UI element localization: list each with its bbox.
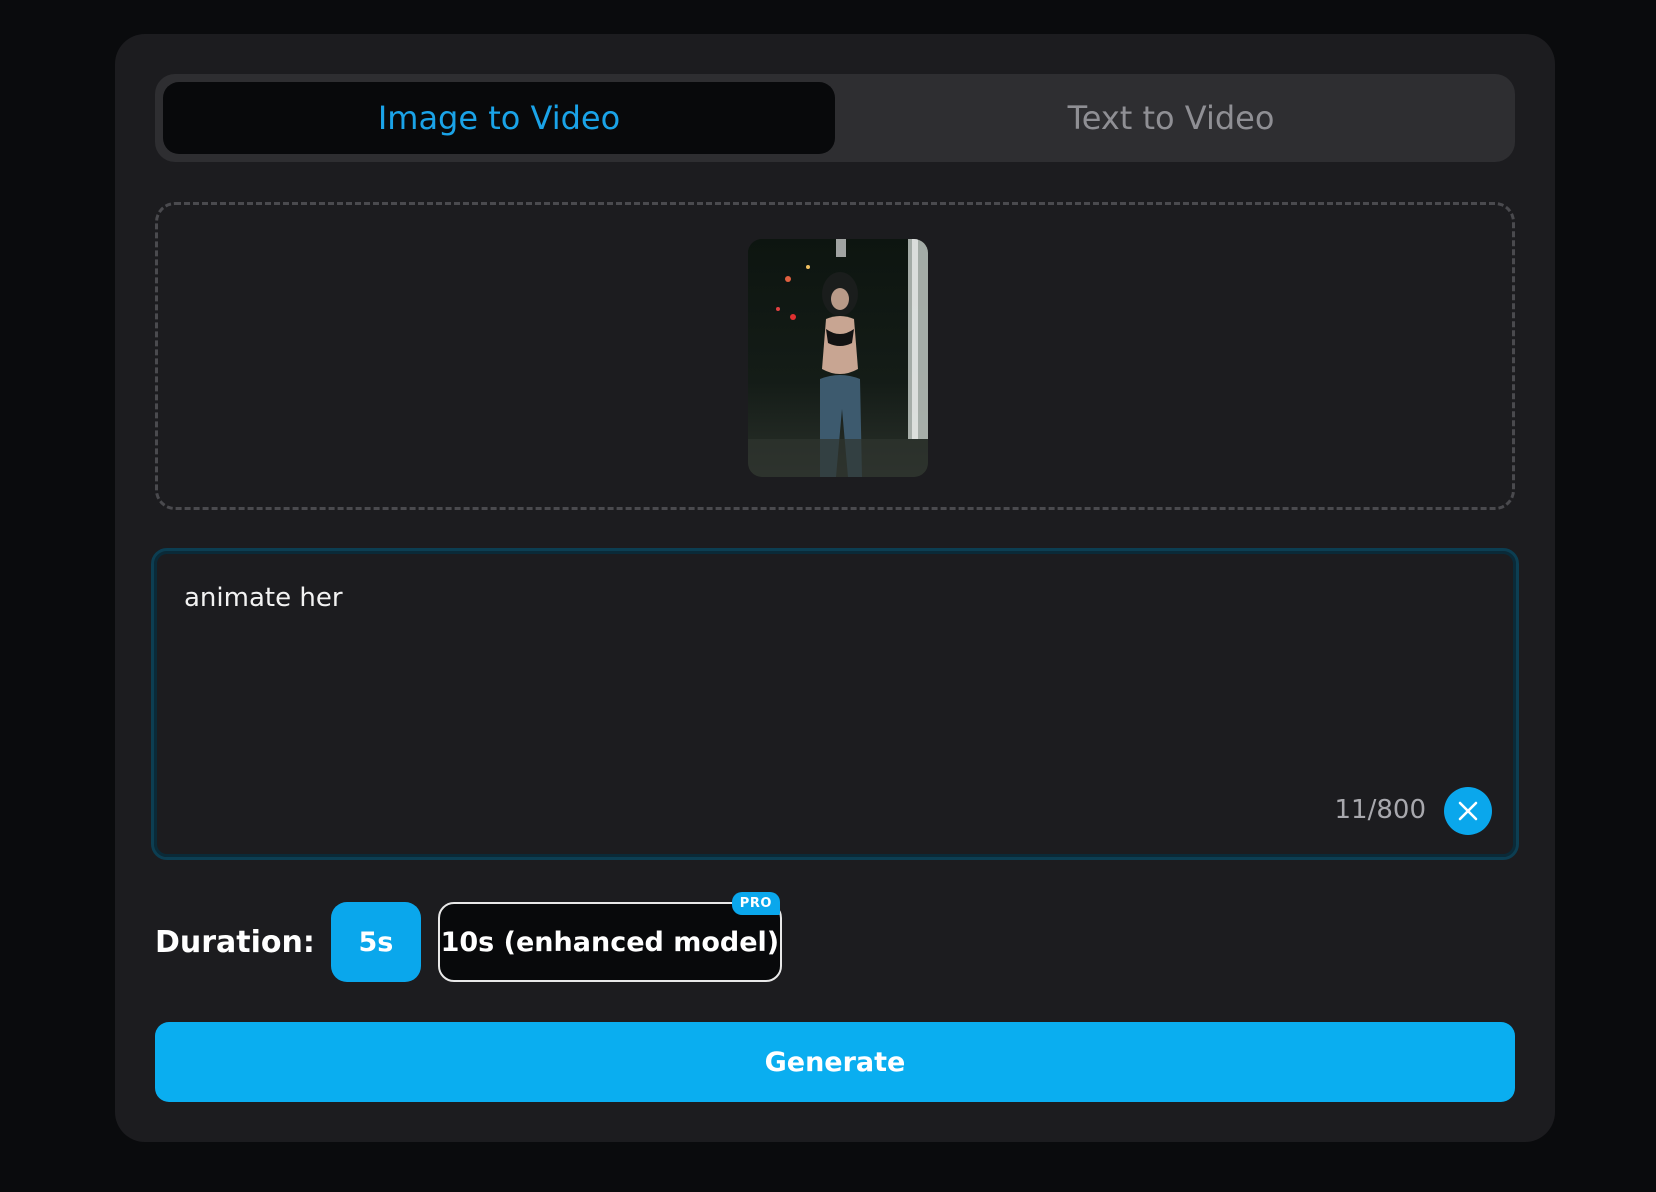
- clear-prompt-button[interactable]: [1444, 787, 1492, 835]
- tab-image-to-video[interactable]: Image to Video: [163, 82, 835, 154]
- prompt-text[interactable]: animate her: [184, 583, 343, 613]
- generator-card: Image to Video Text to Video animate her…: [115, 34, 1555, 1142]
- character-counter: 11/800: [1334, 795, 1426, 825]
- pro-badge: PRO: [731, 892, 780, 915]
- duration-option-10s[interactable]: 10s (enhanced model) PRO: [437, 892, 782, 982]
- close-icon: [1458, 801, 1478, 821]
- duration-option-10s-label: 10s (enhanced model): [440, 926, 780, 958]
- duration-selector: Duration: 5s 10s (enhanced model) PRO: [155, 892, 782, 982]
- generate-button[interactable]: Generate: [155, 1022, 1515, 1102]
- prompt-textarea[interactable]: animate her 11/800: [151, 548, 1519, 860]
- mode-tabs: Image to Video Text to Video: [155, 74, 1515, 162]
- duration-label: Duration:: [155, 924, 315, 960]
- uploaded-image-thumbnail[interactable]: [748, 239, 928, 477]
- image-upload-dropzone[interactable]: [155, 202, 1515, 510]
- duration-option-5s[interactable]: 5s: [330, 902, 421, 982]
- photo-preview-graphic: [748, 239, 928, 477]
- tab-text-to-video[interactable]: Text to Video: [835, 82, 1507, 154]
